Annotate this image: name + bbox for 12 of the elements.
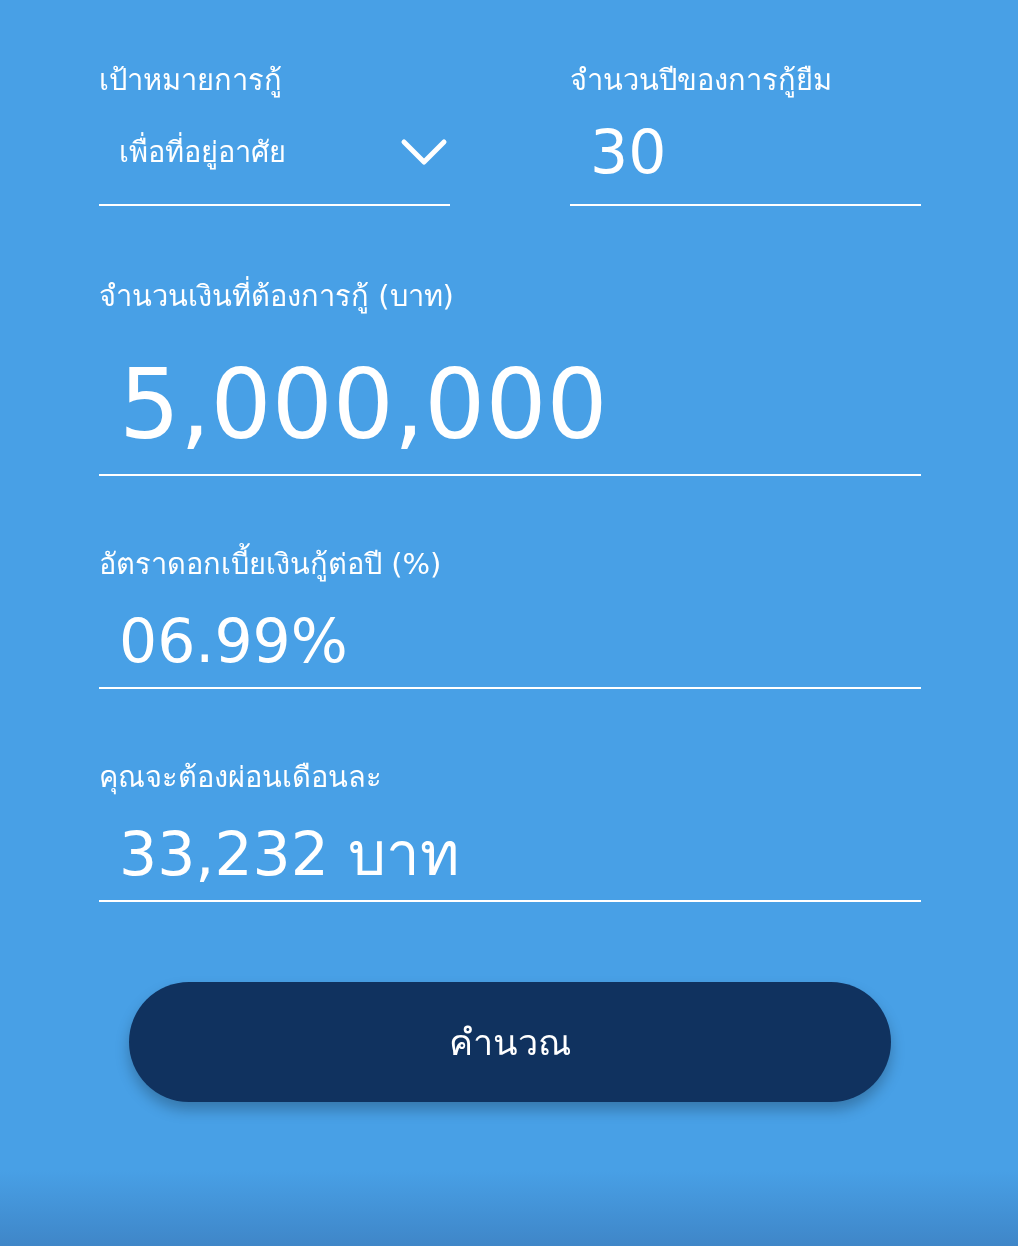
purpose-dropdown[interactable]: เพื่อที่อยู่อาศัย bbox=[99, 100, 450, 206]
monthly-payment-field: 33,232 บาท bbox=[99, 797, 921, 902]
amount-field[interactable]: 5,000,000 bbox=[99, 316, 921, 476]
interest-rate-field[interactable]: 06.99% bbox=[99, 584, 921, 689]
field-label: อัตราดอกเบี้ยเงินกู้ต่อปี (%) bbox=[99, 544, 442, 584]
field-label: คุณจะต้องผ่อนเดือนละ bbox=[99, 759, 382, 797]
chevron-down-icon bbox=[400, 137, 448, 167]
field-label: เป้าหมายการกู้ bbox=[99, 62, 282, 100]
calculate-button[interactable]: คำนวณ bbox=[129, 982, 891, 1102]
field-label: จำนวนเงินที่ต้องการกู้ (บาท) bbox=[99, 276, 454, 316]
field-label: จำนวนปีของการกู้ยืม bbox=[570, 62, 832, 100]
years-field[interactable]: 30 bbox=[570, 100, 921, 206]
